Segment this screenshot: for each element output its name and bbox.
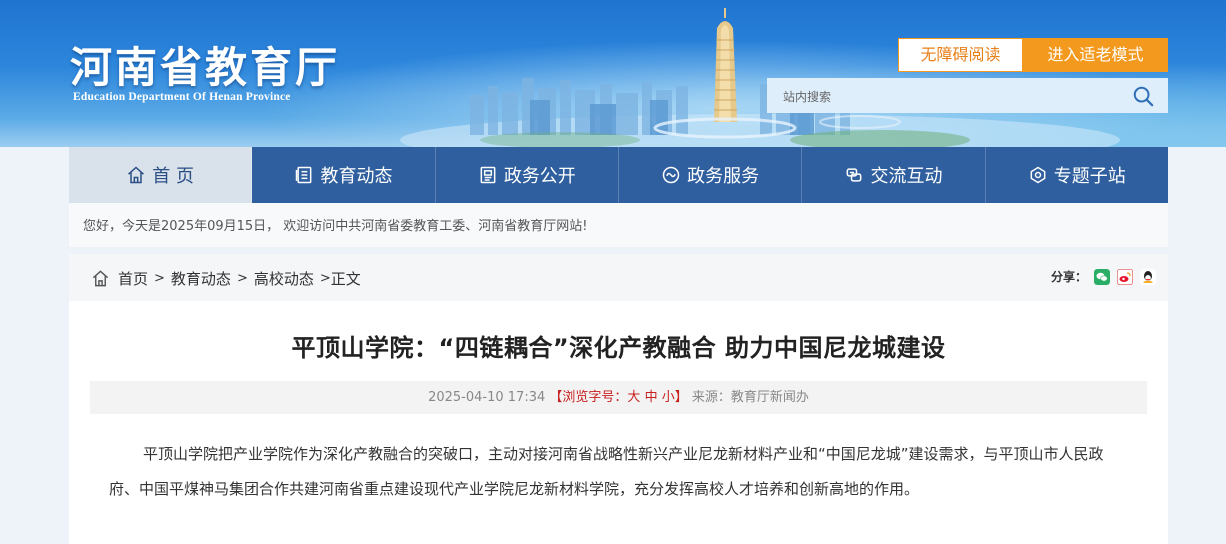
breadcrumb-home-link[interactable]: 首页 [118, 268, 148, 289]
search-input[interactable] [767, 78, 1135, 115]
nav-item-label: 首 页 [152, 166, 195, 187]
accessible-reading-button[interactable]: 无障碍阅读 [898, 38, 1023, 72]
nav-item-interaction[interactable]: 交流互动 [802, 147, 986, 203]
breadcrumb-current: 正文 [330, 270, 361, 288]
article-datetime: 2025-04-10 17:34 [428, 390, 546, 405]
main-nav: 首 页 教育动态 政务公开 政务服务 交流互动 专题子站 [69, 147, 1168, 203]
font-size-control: 【浏览字号：大 中 小】 [549, 390, 687, 405]
breadcrumb-bar: 首页 > 教育动态 > 高校动态 > 正文 分享： [69, 254, 1168, 301]
article-title: 平顶山学院：“四链耦合”深化产教融合 助力中国尼龙城建设 [291, 334, 946, 362]
search-icon[interactable] [1132, 85, 1154, 107]
nav-item-label: 教育动态 [320, 166, 393, 187]
home-icon [92, 270, 109, 287]
font-size-small-button[interactable]: 小 [662, 390, 675, 405]
elder-mode-button[interactable]: 进入适老模式 [1023, 38, 1168, 72]
font-size-medium-button[interactable]: 中 [645, 390, 658, 405]
welcome-message: 您好，今天是2025年09月15日， 欢迎访问中共河南省委教育工委、河南省教育厅… [69, 203, 1168, 247]
breadcrumb-separator: > [154, 271, 165, 286]
home-icon [128, 166, 145, 184]
search-box [767, 78, 1168, 115]
font-size-suffix: 】 [674, 390, 688, 405]
nav-item-government-services[interactable]: 政务服务 [619, 147, 803, 203]
weibo-icon[interactable] [1117, 268, 1133, 285]
breadcrumb: 首页 > 教育动态 > 高校动态 > 正文 [91, 268, 361, 289]
article-meta: 2025-04-10 17:34 【浏览字号：大 中 小】 来源：教育厅新闻办 [90, 381, 1147, 414]
site-logo-title[interactable]: 河南省教育厅 [70, 34, 340, 95]
nav-item-education-news[interactable]: 教育动态 [252, 147, 436, 203]
nav-item-government-affairs[interactable]: 政务公开 [436, 147, 619, 203]
nav-item-label: 政务公开 [503, 166, 576, 187]
article-paragraph: 平顶山学院把产业学院作为深化产教融合的突破口，主动对接河南省战略性新兴产业尼龙新… [109, 445, 1104, 498]
wechat-icon[interactable] [1094, 268, 1110, 285]
breadcrumb-separator: > [236, 271, 248, 286]
article-source: 来源：教育厅新闻办 [691, 390, 809, 405]
nav-item-label: 交流互动 [870, 166, 943, 187]
nav-item-label: 专题子站 [1053, 166, 1126, 187]
breadcrumb-education-news-link[interactable]: 教育动态 [171, 268, 231, 289]
interaction-icon [847, 168, 862, 182]
breadcrumb-university-news-link[interactable]: 高校动态 [254, 268, 314, 289]
font-size-prefix: 【浏览字号： [549, 390, 628, 405]
nav-item-home[interactable]: 首 页 [69, 147, 253, 203]
topic-icon [1030, 166, 1046, 184]
font-size-large-button[interactable]: 大 [627, 390, 640, 405]
article-container: 首页 > 教育动态 > 高校动态 > 正文 分享： 平顶山学院：“四链耦合”深化… [69, 254, 1168, 544]
news-icon [296, 166, 312, 184]
site-logo-subtitle: Education Department Of Henan Province [73, 91, 291, 103]
share-bar: 分享： [1051, 268, 1156, 285]
header-banner: 河南省教育厅 Education Department Of Henan Pro… [0, 0, 1226, 147]
qq-icon[interactable] [1140, 268, 1156, 285]
share-label: 分享： [1050, 270, 1087, 284]
document-icon [480, 166, 496, 184]
nav-item-label: 政务服务 [687, 166, 760, 187]
breadcrumb-separator: > [319, 271, 331, 286]
service-icon [662, 166, 680, 184]
nav-item-topic-sites[interactable]: 专题子站 [986, 147, 1168, 203]
